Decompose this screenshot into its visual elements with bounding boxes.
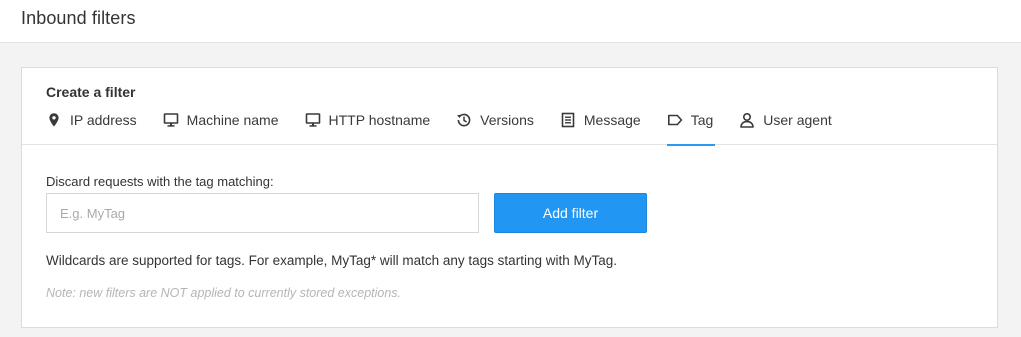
tag-icon <box>667 112 683 128</box>
tab-label: Tag <box>690 112 714 128</box>
filter-type-header: Create a filter IP address Machine name … <box>22 68 997 146</box>
map-pin-icon <box>46 112 62 128</box>
filter-type-tabs: IP address Machine name HTTP hostname Ve… <box>46 111 858 146</box>
tab-label: Machine name <box>186 112 279 128</box>
document-icon <box>560 112 576 128</box>
tab-label: Versions <box>480 112 534 128</box>
wildcard-help-text: Wildcards are supported for tags. For ex… <box>46 253 617 268</box>
page-title: Inbound filters <box>21 8 136 28</box>
tab-label: HTTP hostname <box>328 112 431 128</box>
page-header: Inbound filters <box>0 0 1021 43</box>
storage-note: Note: new filters are NOT applied to cur… <box>46 286 402 300</box>
tab-machine-name[interactable]: Machine name <box>163 111 281 145</box>
history-icon <box>456 112 472 128</box>
create-filter-card: Create a filter IP address Machine name … <box>21 67 998 328</box>
tag-input[interactable] <box>46 193 479 233</box>
add-filter-button[interactable]: Add filter <box>494 193 647 233</box>
tab-label: IP address <box>70 112 137 128</box>
monitor-icon <box>305 112 321 128</box>
tab-label: User agent <box>763 112 832 128</box>
tab-tag[interactable]: Tag <box>666 111 716 146</box>
card-heading: Create a filter <box>46 84 136 100</box>
tab-label: Message <box>583 112 641 128</box>
tab-http-hostname[interactable]: HTTP hostname <box>305 111 433 145</box>
tab-ip-address[interactable]: IP address <box>46 111 139 145</box>
tab-user-agent[interactable]: User agent <box>739 111 833 145</box>
monitor-icon <box>163 112 179 128</box>
tab-versions[interactable]: Versions <box>456 111 536 145</box>
user-icon <box>739 112 755 128</box>
tag-field-label: Discard requests with the tag matching: <box>46 174 274 189</box>
tab-message[interactable]: Message <box>560 111 643 145</box>
